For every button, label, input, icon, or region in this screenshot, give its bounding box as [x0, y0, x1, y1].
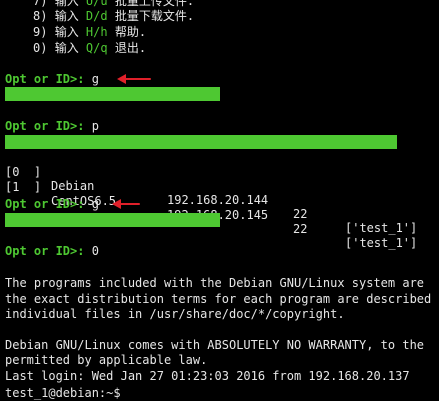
menu-prefix: 输入	[54, 41, 86, 55]
menu-number: 8)	[33, 9, 48, 23]
motd-line: Debian GNU/Linux comes with ABSOLUTELY N…	[5, 338, 425, 352]
host-port: 22	[293, 207, 308, 221]
motd-line: individual files in /usr/share/doc/*/cop…	[5, 307, 345, 321]
host-user: ['test_1']	[345, 221, 418, 235]
menu-line-upload: 7) 输入 U/u 批量上传文件.	[33, 0, 194, 8]
cursor	[121, 385, 127, 397]
menu-line-download: 8) 输入 D/d 批量下载文件.	[33, 9, 194, 23]
shell-prompt-line[interactable]: test_1@debian:~$	[5, 385, 127, 400]
last-login-line: Last login: Wed Jan 27 01:23:03 2016 fro…	[5, 369, 410, 383]
prompt-line-1: Opt or ID>: g	[5, 72, 99, 86]
prompt-line-2: Opt or ID>: p	[5, 119, 99, 133]
prompt-input: p	[91, 119, 99, 133]
prompt-input: 0	[91, 244, 99, 258]
host-id: [1 ]	[5, 180, 42, 194]
menu-desc: 帮助.	[107, 25, 147, 39]
motd-line: the exact distribution terms for each pr…	[5, 292, 432, 306]
prompt-line-3: Opt or ID>: g	[5, 197, 99, 211]
menu-prefix: 输入	[54, 9, 86, 23]
menu-key: Q/q	[85, 41, 108, 55]
motd-line: permitted by applicable law.	[5, 353, 208, 367]
menu-number: 7)	[33, 0, 48, 8]
motd-line: The programs included with the Debian GN…	[5, 276, 425, 290]
group-header-bar: [ID ] 组名 备注	[5, 213, 220, 269]
group-header-id: [ID ]	[5, 227, 42, 241]
host-ip: 192.168.20.144	[167, 193, 269, 207]
terminal-window[interactable]: 7) 输入 U/u 批量上传文件. 8) 输入 D/d 批量下载文件. 9) 输…	[0, 0, 439, 401]
menu-desc: 批量下载文件.	[107, 9, 195, 23]
menu-desc: 批量上传文件.	[107, 0, 195, 8]
group-header-bar: [ID ] 组名 备注	[5, 87, 220, 143]
table-row[interactable]: [1 ] CentOS6.5 192.168.20.145 22 ['test_…	[5, 166, 425, 250]
menu-number: 0)	[33, 41, 48, 55]
menu-prefix: 输入	[54, 0, 86, 8]
menu-key: D/d	[85, 9, 108, 23]
group-header-note: 备注	[191, 255, 216, 269]
menu-desc: 退出.	[107, 41, 147, 55]
table-row[interactable]: [0 ] Debian 192.168.20.144 22 ['test_1']	[5, 151, 425, 235]
host-header-bar: [ID ] 主机名 IP 端口 系统用户 备注	[5, 135, 397, 233]
prompt-input: g	[91, 72, 99, 86]
prompt-label: Opt or ID>:	[5, 197, 85, 211]
menu-line-quit: 0) 输入 Q/q 退出.	[33, 41, 146, 55]
host-port: 22	[293, 222, 308, 236]
prompt-label: Opt or ID>:	[5, 72, 85, 86]
prompt-input: g	[91, 197, 99, 211]
menu-line-help: 9) 输入 H/h 帮助.	[33, 25, 146, 39]
host-user: ['test_1']	[345, 236, 418, 250]
host-name: Debian	[51, 179, 95, 193]
menu-number: 9)	[33, 25, 48, 39]
shell-prompt: test_1@debian:~$	[5, 386, 121, 400]
prompt-label: Opt or ID>:	[5, 244, 85, 258]
group-header-id: [ID ]	[5, 101, 42, 115]
menu-key: H/h	[85, 25, 108, 39]
prompt-line-4: Opt or ID>: 0	[5, 244, 99, 258]
menu-prefix: 输入	[54, 25, 86, 39]
prompt-label: Opt or ID>:	[5, 119, 85, 133]
menu-key: U/u	[85, 0, 108, 8]
